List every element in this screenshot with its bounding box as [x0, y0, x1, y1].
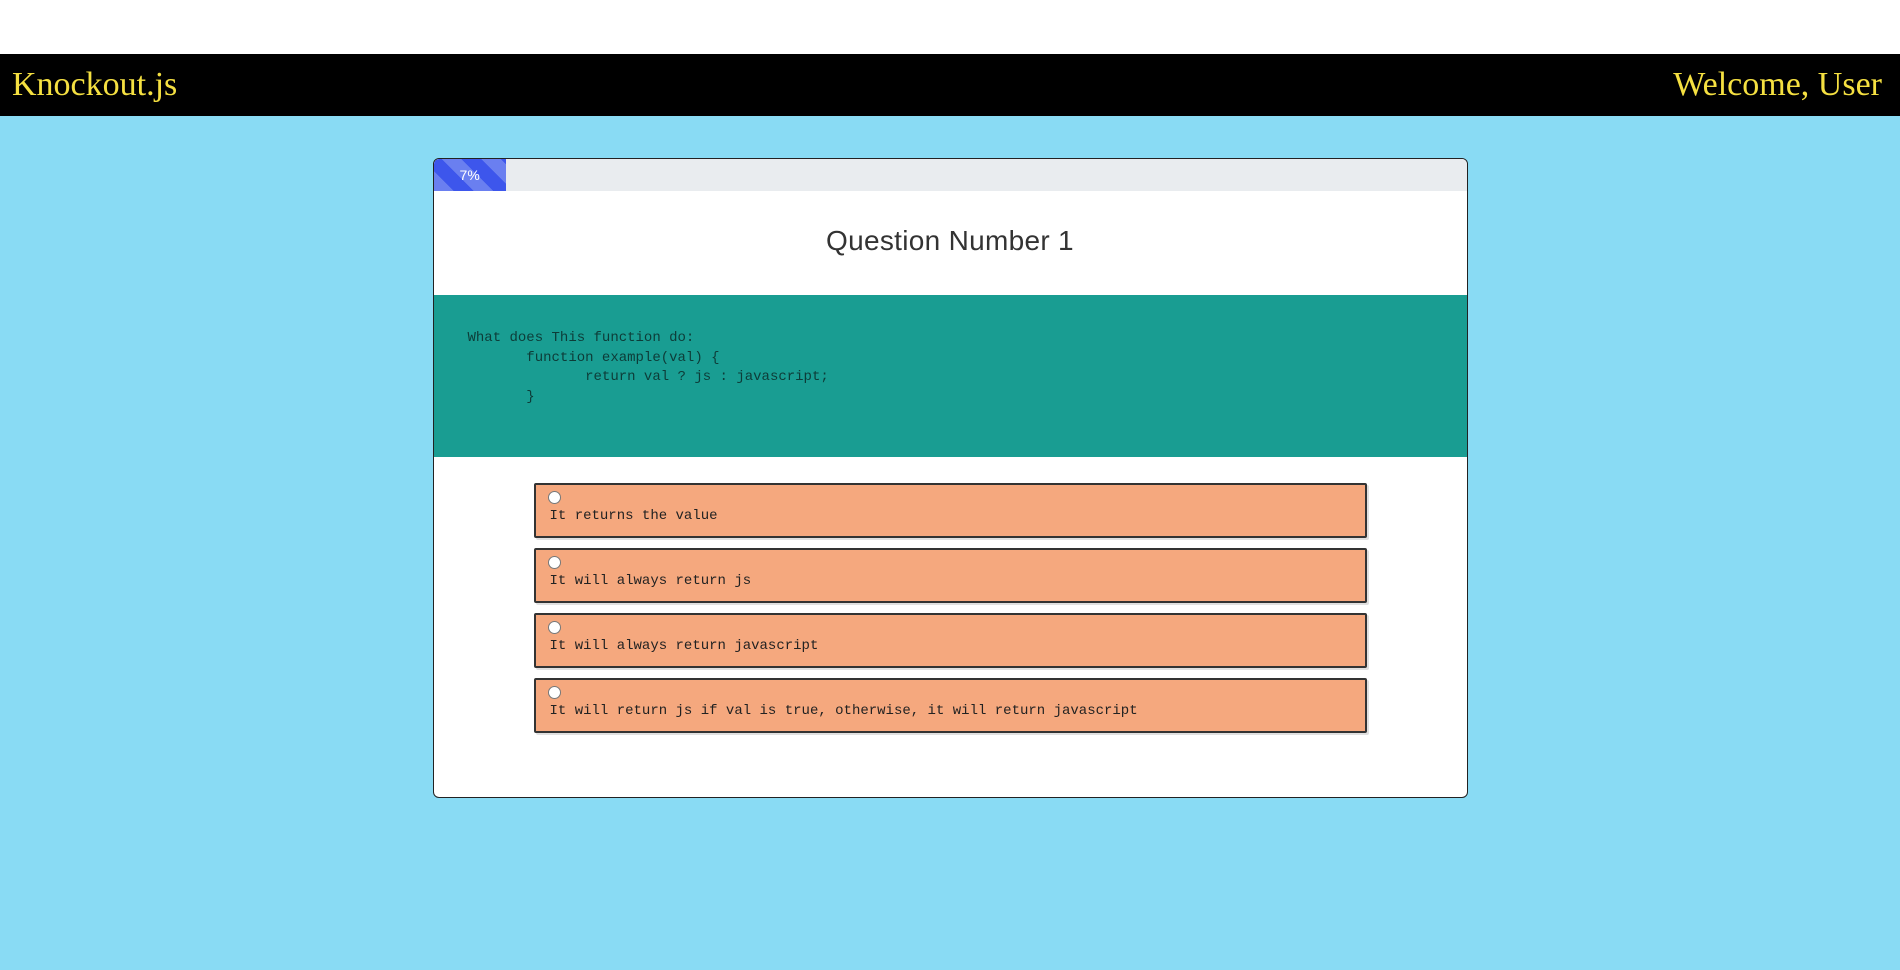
- welcome-user: Welcome, User: [1673, 68, 1882, 102]
- question-code-block: What does This function do: function exa…: [434, 295, 1467, 457]
- answer-option[interactable]: It returns the value: [534, 483, 1367, 538]
- answer-radio-2[interactable]: [548, 621, 561, 634]
- quiz-card: 7% Question Number 1 What does This func…: [433, 158, 1468, 798]
- brand-title: Knockout.js: [12, 68, 177, 102]
- answer-option[interactable]: It will always return js: [534, 548, 1367, 603]
- app-header: Knockout.js Welcome, User: [0, 54, 1900, 116]
- answer-label: It will always return js: [548, 573, 1353, 589]
- answer-radio-0[interactable]: [548, 491, 561, 504]
- answer-option[interactable]: It will always return javascript: [534, 613, 1367, 668]
- answers-container: It returns the value It will always retu…: [434, 457, 1467, 763]
- answer-radio-1[interactable]: [548, 556, 561, 569]
- answer-label: It will return js if val is true, otherw…: [548, 703, 1353, 719]
- answer-option[interactable]: It will return js if val is true, otherw…: [534, 678, 1367, 733]
- answer-label: It will always return javascript: [548, 638, 1353, 654]
- progress-bar: 7%: [434, 159, 506, 191]
- page-background: 7% Question Number 1 What does This func…: [0, 116, 1900, 970]
- progress-track: 7%: [434, 159, 1467, 191]
- answer-label: It returns the value: [548, 508, 1353, 524]
- top-gap: [0, 0, 1900, 54]
- question-title: Question Number 1: [434, 191, 1467, 295]
- answer-radio-3[interactable]: [548, 686, 561, 699]
